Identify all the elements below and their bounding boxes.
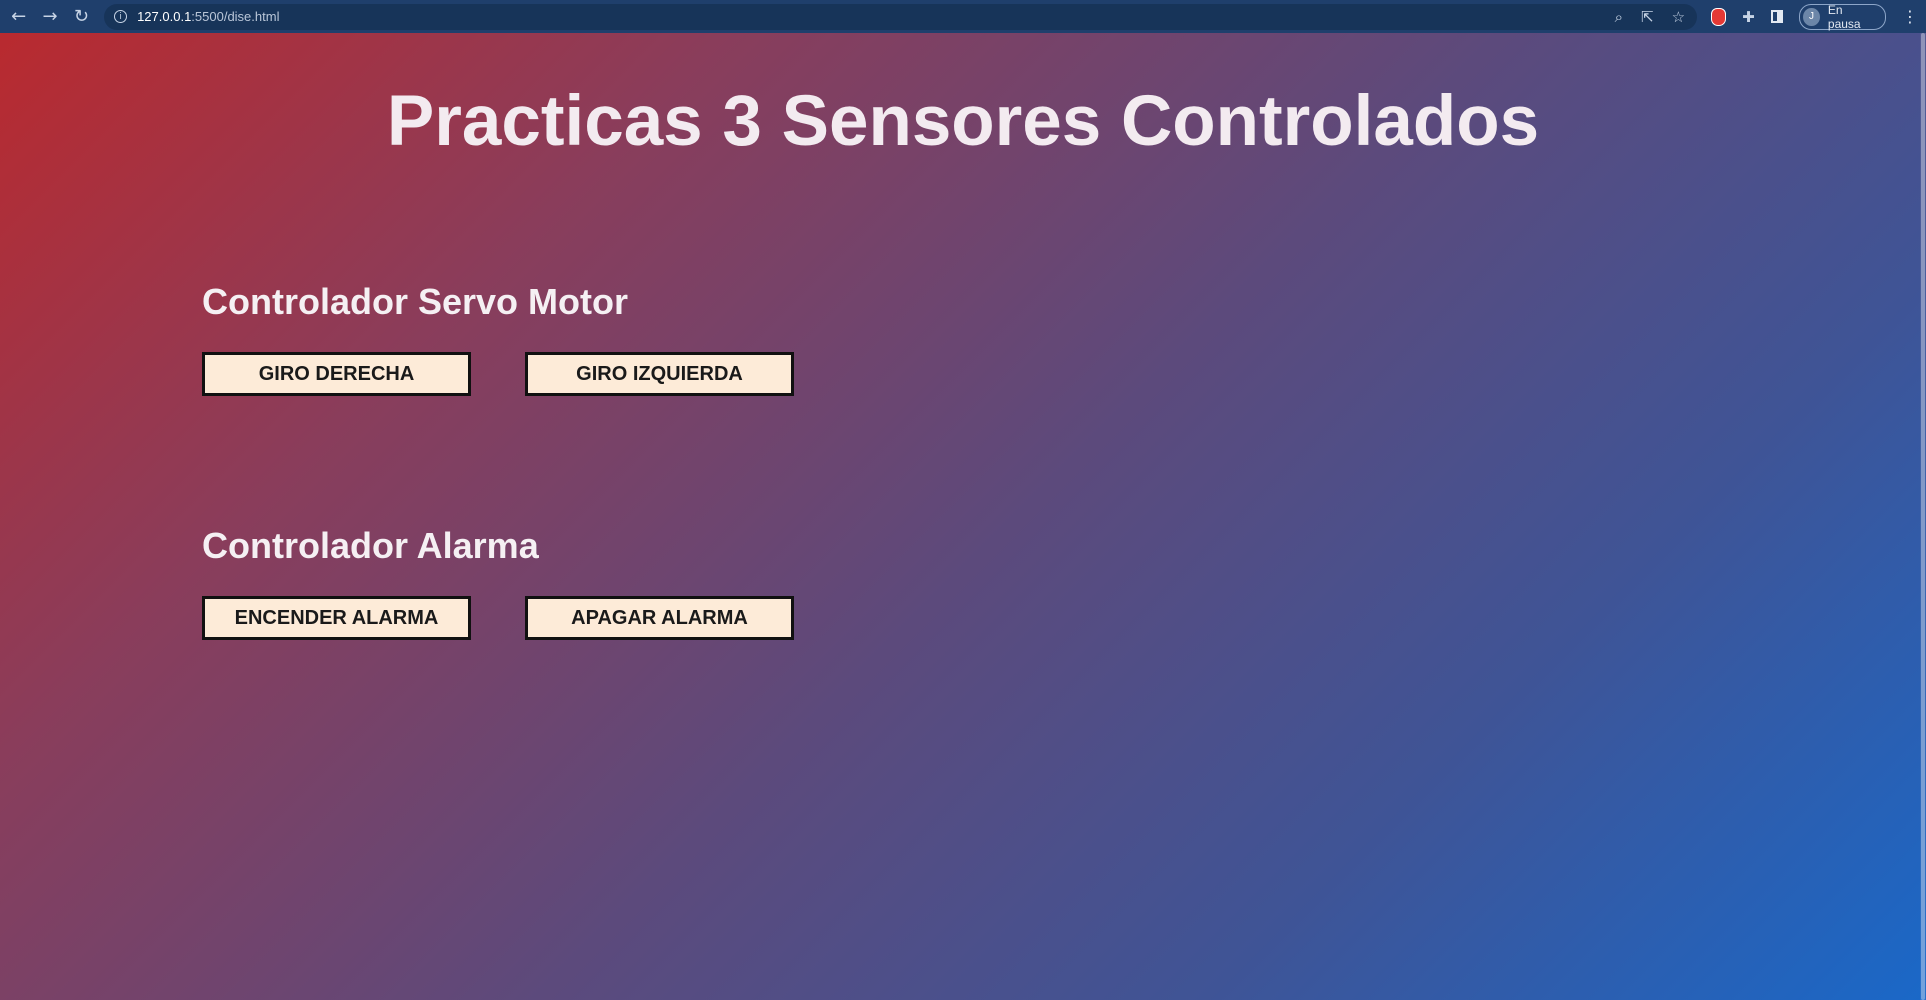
scrollbar[interactable]	[1920, 33, 1926, 1000]
servo-section-title: Controlador Servo Motor	[202, 281, 629, 322]
profile-status: En pausa	[1827, 2, 1861, 31]
page-viewport: Practicas 3 Sensores Controlados Control…	[0, 33, 1926, 1000]
servo-button-row: GIRO DERECHA GIRO IZQUIERDA	[202, 352, 794, 396]
turn-right-button[interactable]: GIRO DERECHA	[202, 352, 471, 396]
zoom-icon[interactable]: ⌕	[1615, 8, 1623, 26]
alarm-button-row: ENCENDER ALARMA APAGAR ALARMA	[202, 596, 794, 640]
url-path: :5500/dise.html	[191, 9, 280, 24]
extension-icon[interactable]	[1711, 7, 1727, 26]
side-panel-icon[interactable]	[1770, 10, 1784, 23]
url-host: 127.0.0.1	[137, 9, 192, 24]
page-title: Practicas 3 Sensores Controlados	[386, 82, 1540, 161]
alarm-on-button[interactable]: ENCENDER ALARMA	[202, 596, 471, 640]
alarm-off-button[interactable]: APAGAR ALARMA	[525, 596, 794, 640]
site-info-icon[interactable]: i	[114, 10, 128, 23]
forward-icon[interactable]: →	[39, 6, 60, 28]
turn-left-button[interactable]: GIRO IZQUIERDA	[525, 352, 794, 396]
share-icon[interactable]: ⇱	[1641, 8, 1654, 26]
extensions-puzzle-icon[interactable]: ✚	[1742, 8, 1755, 26]
servo-controller-section: Controlador Servo Motor GIRO DERECHA GIR…	[202, 281, 794, 396]
profile-button[interactable]: J En pausa	[1799, 2, 1886, 31]
avatar: J	[1803, 7, 1820, 26]
back-icon[interactable]: ←	[8, 6, 29, 28]
scrollbar-thumb[interactable]	[1921, 33, 1925, 1000]
reload-icon[interactable]: ↻	[71, 6, 92, 28]
menu-icon[interactable]: ⋮	[1902, 7, 1918, 26]
address-bar[interactable]: i 127.0.0.1:5500/dise.html ⌕ ⇱ ☆	[104, 3, 1698, 30]
alarm-section-title: Controlador Alarma	[202, 525, 539, 566]
bookmark-star-icon[interactable]: ☆	[1672, 8, 1685, 26]
alarm-controller-section: Controlador Alarma ENCENDER ALARMA APAGA…	[202, 525, 794, 640]
browser-toolbar: ← → ↻ i 127.0.0.1:5500/dise.html ⌕ ⇱ ☆ ✚…	[0, 0, 1926, 33]
